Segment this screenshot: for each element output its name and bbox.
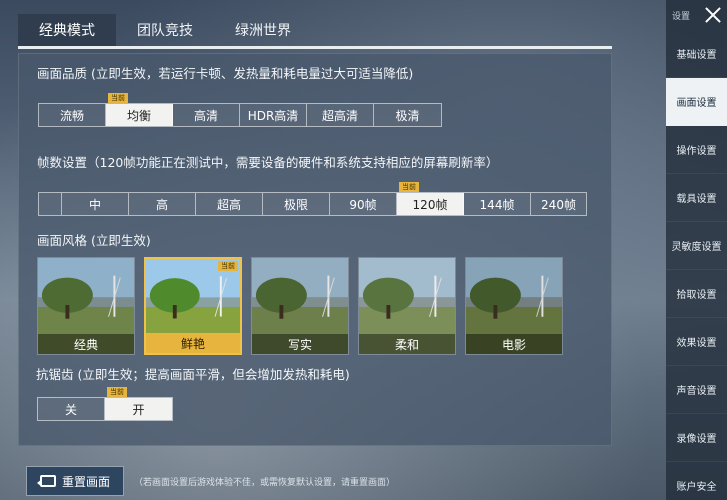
style-label: 柔和: [359, 334, 455, 354]
sidebar-item-pickup[interactable]: 拾取设置: [666, 270, 727, 318]
style-card-classic[interactable]: 经典: [37, 257, 135, 355]
style-card-realistic[interactable]: 写实: [251, 257, 349, 355]
style-card-vivid[interactable]: 当前 鲜艳: [144, 257, 242, 355]
quality-option-ultra-hd[interactable]: 超高清: [307, 104, 374, 126]
fps-option-medium[interactable]: 中: [62, 193, 129, 215]
sidebar-item-graphics[interactable]: 画面设置: [666, 78, 727, 126]
quality-option-label: 均衡: [126, 108, 151, 123]
fps-option-high[interactable]: 高: [129, 193, 196, 215]
style-title: 画面风格 (立即生效): [37, 233, 151, 248]
current-tag: 当前: [107, 387, 127, 397]
quality-option-smooth[interactable]: 流畅: [39, 104, 106, 126]
fps-option-120[interactable]: 当前 120帧: [397, 182, 464, 215]
antialias-option-label: 开: [132, 402, 145, 417]
style-label: 经典: [38, 334, 134, 354]
reset-button-label: 重置画面: [61, 474, 110, 489]
settings-sidebar: 设置 基础设置 画面设置 操作设置 载具设置 灵敏度设置 拾取设置 效果设置 声…: [666, 0, 727, 500]
quality-option-hd[interactable]: 高清: [173, 104, 240, 126]
fps-option-ultra[interactable]: 超高: [196, 193, 263, 215]
tab-team-deathmatch[interactable]: 团队竞技: [116, 14, 214, 46]
fps-option-low[interactable]: [39, 193, 62, 215]
fps-selector: 中 高 超高 极限 90帧 当前 120帧 144帧 240帧: [38, 182, 587, 216]
sidebar-item-account-security[interactable]: 账户安全: [666, 462, 727, 500]
sidebar-item-replay[interactable]: 录像设置: [666, 414, 727, 462]
antialias-option-off[interactable]: 关: [38, 398, 105, 420]
fps-title: 帧数设置（120帧功能正在测试中，需要设备的硬件和系统支持相应的屏幕刷新率）: [37, 155, 499, 170]
style-card-cinema[interactable]: 电影: [465, 257, 563, 355]
style-card-soft[interactable]: 柔和: [358, 257, 456, 355]
tab-oasis-world[interactable]: 绿洲世界: [214, 14, 312, 46]
tab-underline: [18, 46, 612, 49]
quality-option-balanced[interactable]: 当前 均衡: [106, 93, 173, 126]
antialias-option-on[interactable]: 当前 开: [105, 387, 172, 420]
sidebar-title: 设置: [672, 11, 691, 22]
quality-title: 画面品质 (立即生效，若运行卡顿、发热量和耗电量过大可适当降低): [37, 66, 414, 81]
sidebar-item-audio[interactable]: 声音设置: [666, 366, 727, 414]
current-tag: 当前: [399, 182, 419, 192]
sidebar-header: 设置: [666, 0, 727, 30]
fps-option-240[interactable]: 240帧: [531, 193, 586, 215]
mode-tabs: 经典模式 团队竞技 绿洲世界: [18, 14, 312, 46]
quality-option-extreme[interactable]: 极清: [374, 104, 441, 126]
reset-graphics-button[interactable]: 重置画面: [26, 466, 124, 496]
style-label: 写实: [252, 334, 348, 354]
close-icon[interactable]: [703, 5, 723, 25]
current-tag: 当前: [218, 261, 238, 271]
sidebar-item-sensitivity[interactable]: 灵敏度设置: [666, 222, 727, 270]
sidebar-item-vehicle[interactable]: 载具设置: [666, 174, 727, 222]
current-tag: 当前: [108, 93, 128, 103]
fps-option-90[interactable]: 90帧: [330, 193, 397, 215]
fps-option-label: 120帧: [412, 197, 448, 212]
style-label: 鲜艳: [146, 333, 240, 353]
sidebar-item-controls[interactable]: 操作设置: [666, 126, 727, 174]
sidebar-item-basic[interactable]: 基础设置: [666, 30, 727, 78]
reset-hint: （若画面设置后游戏体验不佳，或需恢复默认设置，请重置画面）: [134, 478, 396, 488]
quality-selector: 流畅 当前 均衡 高清 HDR高清 超高清 极清: [38, 93, 442, 127]
antialias-title: 抗锯齿 (立即生效；提高画面平滑，但会增加发热和耗电): [36, 367, 350, 382]
style-cards: 经典 当前 鲜艳 写实 柔和 电影: [37, 257, 563, 355]
antialias-selector: 关 当前 开: [37, 387, 173, 421]
style-label: 电影: [466, 334, 562, 354]
quality-option-hdr-hd[interactable]: HDR高清: [240, 104, 307, 126]
tab-classic-mode[interactable]: 经典模式: [18, 14, 116, 46]
fps-option-extreme[interactable]: 极限: [263, 193, 330, 215]
sidebar-item-effects[interactable]: 效果设置: [666, 318, 727, 366]
reset-icon: [36, 475, 56, 487]
fps-option-144[interactable]: 144帧: [464, 193, 531, 215]
